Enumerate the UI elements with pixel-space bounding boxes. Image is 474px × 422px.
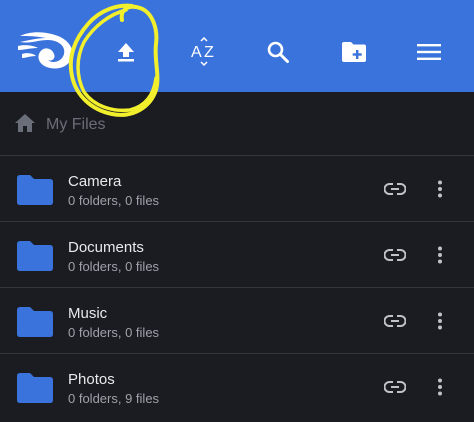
more-vert-icon xyxy=(438,378,442,396)
share-link-button[interactable] xyxy=(382,374,408,400)
breadcrumb-label[interactable]: My Files xyxy=(46,116,106,134)
link-icon xyxy=(384,183,406,195)
upload-icon xyxy=(118,43,134,62)
svg-text:Z: Z xyxy=(204,44,214,61)
breadcrumb: My Files xyxy=(14,110,106,140)
sort-button[interactable]: A Z xyxy=(184,32,224,72)
share-link-button[interactable] xyxy=(382,308,408,334)
more-vert-icon xyxy=(438,180,442,198)
home-icon[interactable] xyxy=(14,113,36,138)
sort-az-icon: A Z xyxy=(191,37,214,67)
more-options-button[interactable] xyxy=(428,308,452,334)
folder-name: Camera xyxy=(68,173,122,190)
link-icon xyxy=(384,249,406,261)
more-options-button[interactable] xyxy=(428,374,452,400)
folder-row-documents[interactable]: Documents 0 folders, 0 files xyxy=(0,221,474,287)
search-button[interactable] xyxy=(260,34,296,70)
link-icon xyxy=(384,381,406,393)
share-link-button[interactable] xyxy=(382,242,408,268)
folder-row-photos[interactable]: Photos 0 folders, 9 files xyxy=(0,353,474,422)
search-icon xyxy=(267,41,289,63)
folder-name: Documents xyxy=(68,239,144,256)
folder-meta: 0 folders, 0 files xyxy=(68,325,160,340)
folder-name: Music xyxy=(68,305,108,322)
folder-icon xyxy=(17,307,53,337)
more-vert-icon xyxy=(438,246,442,264)
folder-icon xyxy=(17,373,53,403)
menu-button[interactable] xyxy=(410,34,448,70)
menu-icon xyxy=(417,44,441,60)
new-folder-button[interactable] xyxy=(334,32,374,72)
link-icon xyxy=(384,315,406,327)
folder-row-camera[interactable]: Camera 0 folders, 0 files xyxy=(0,155,474,221)
more-options-button[interactable] xyxy=(428,242,452,268)
folder-name: Photos xyxy=(68,371,115,388)
folder-meta: 0 folders, 9 files xyxy=(68,391,160,406)
share-link-button[interactable] xyxy=(382,176,408,202)
svg-text:A: A xyxy=(191,44,202,61)
flame-logo-icon[interactable] xyxy=(12,22,80,78)
folder-meta: 0 folders, 0 files xyxy=(68,259,160,274)
upload-button[interactable] xyxy=(108,34,144,70)
folder-icon xyxy=(17,241,53,271)
folder-list: Camera 0 folders, 0 files Documents 0 fo… xyxy=(0,155,474,422)
more-options-button[interactable] xyxy=(428,176,452,202)
more-vert-icon xyxy=(438,312,442,330)
folder-meta: 0 folders, 0 files xyxy=(68,193,160,208)
new-folder-icon xyxy=(342,42,366,62)
folder-icon xyxy=(17,175,53,205)
top-toolbar: A Z xyxy=(0,0,474,92)
folder-row-music[interactable]: Music 0 folders, 0 files xyxy=(0,287,474,353)
